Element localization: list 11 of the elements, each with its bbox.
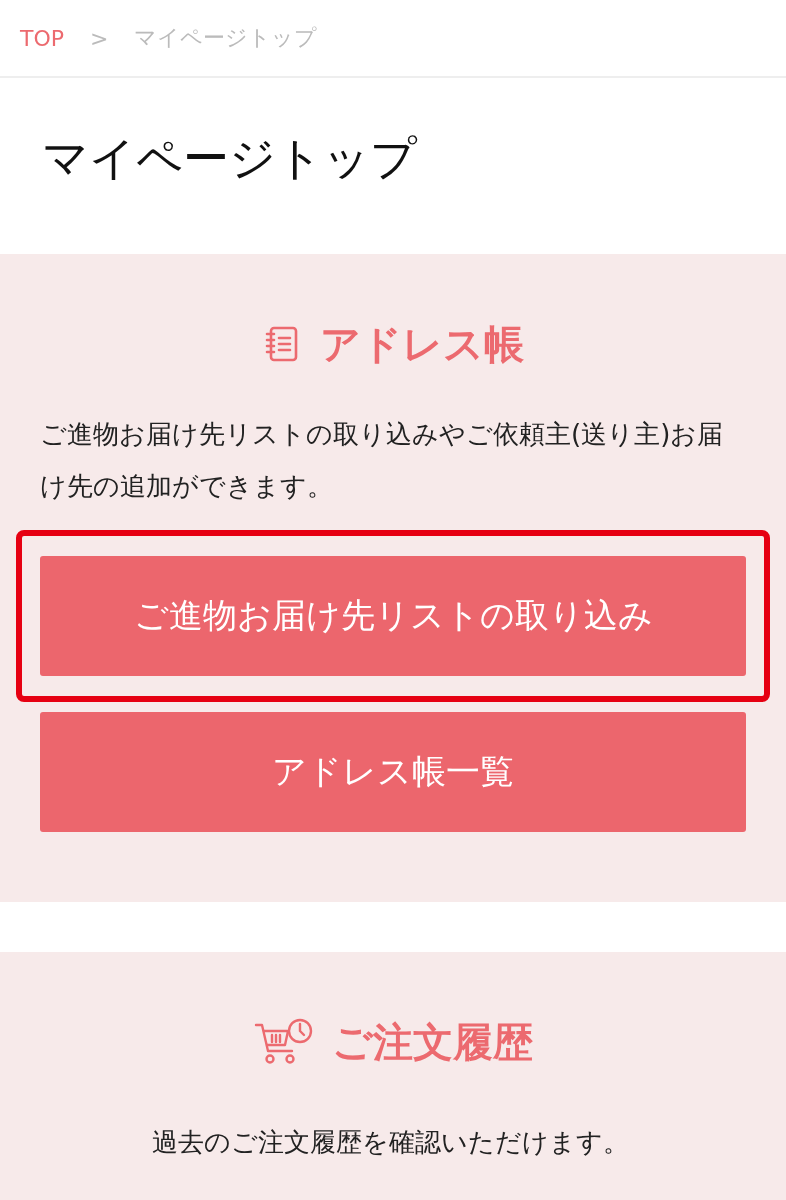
- section-description: 過去のご注文履歴を確認いただけます。: [150, 1126, 630, 1159]
- section-description: ご進物お届け先リストの取り込みやご依頼主(送り主)お届け先の追加ができます。: [40, 418, 725, 503]
- section-title: アドレス帳: [320, 319, 524, 369]
- breadcrumb-link[interactable]: TOP: [20, 25, 65, 51]
- page-title: マイページトップ: [41, 130, 419, 187]
- breadcrumb-item: マイページトップ: [134, 24, 318, 52]
- breadcrumb-item: >: [90, 25, 109, 51]
- section-title: ご注文履歴: [331, 1017, 533, 1067]
- action-button[interactable]: ご進物お届け先リストの取り込み: [40, 556, 746, 676]
- cart-with-clock-icon: [253, 1017, 314, 1067]
- action-button[interactable]: アドレス帳一覧: [40, 712, 746, 832]
